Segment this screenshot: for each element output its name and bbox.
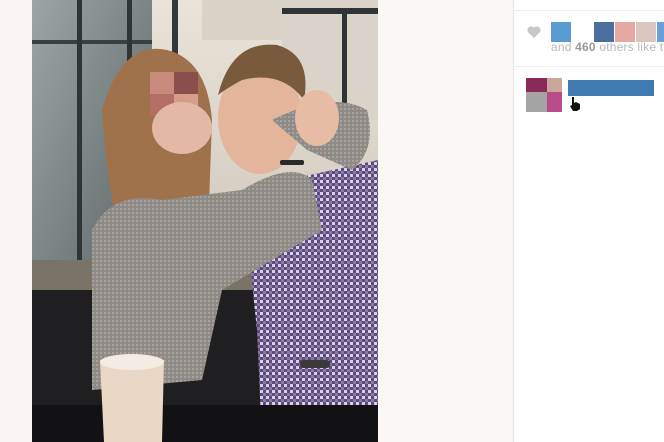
page-gutter <box>378 0 513 442</box>
likes-suffix: others like this <box>599 40 664 54</box>
likes-row: and 460 others like this <box>514 18 664 58</box>
divider <box>514 66 664 67</box>
liker-avatar[interactable] <box>615 22 635 42</box>
liker-avatar[interactable] <box>657 22 664 42</box>
liker-avatar[interactable] <box>594 22 614 42</box>
likes-count-text[interactable]: and 460 others like this <box>551 40 664 54</box>
post-photo[interactable] <box>32 0 378 442</box>
comment-row <box>526 78 664 118</box>
likes-count: 460 <box>575 40 596 54</box>
divider <box>514 10 664 11</box>
commenter-username[interactable] <box>568 80 654 96</box>
heart-icon[interactable] <box>526 24 542 40</box>
liker-avatar[interactable] <box>551 22 571 42</box>
post-side-panel: and 460 others like this <box>513 0 664 442</box>
liker-avatar[interactable] <box>636 22 656 42</box>
likes-prefix: and <box>551 40 576 54</box>
left-gutter <box>0 0 32 442</box>
commenter-avatar[interactable] <box>526 78 562 112</box>
photo-illustration <box>32 0 378 442</box>
hand-cursor-icon <box>570 97 580 111</box>
